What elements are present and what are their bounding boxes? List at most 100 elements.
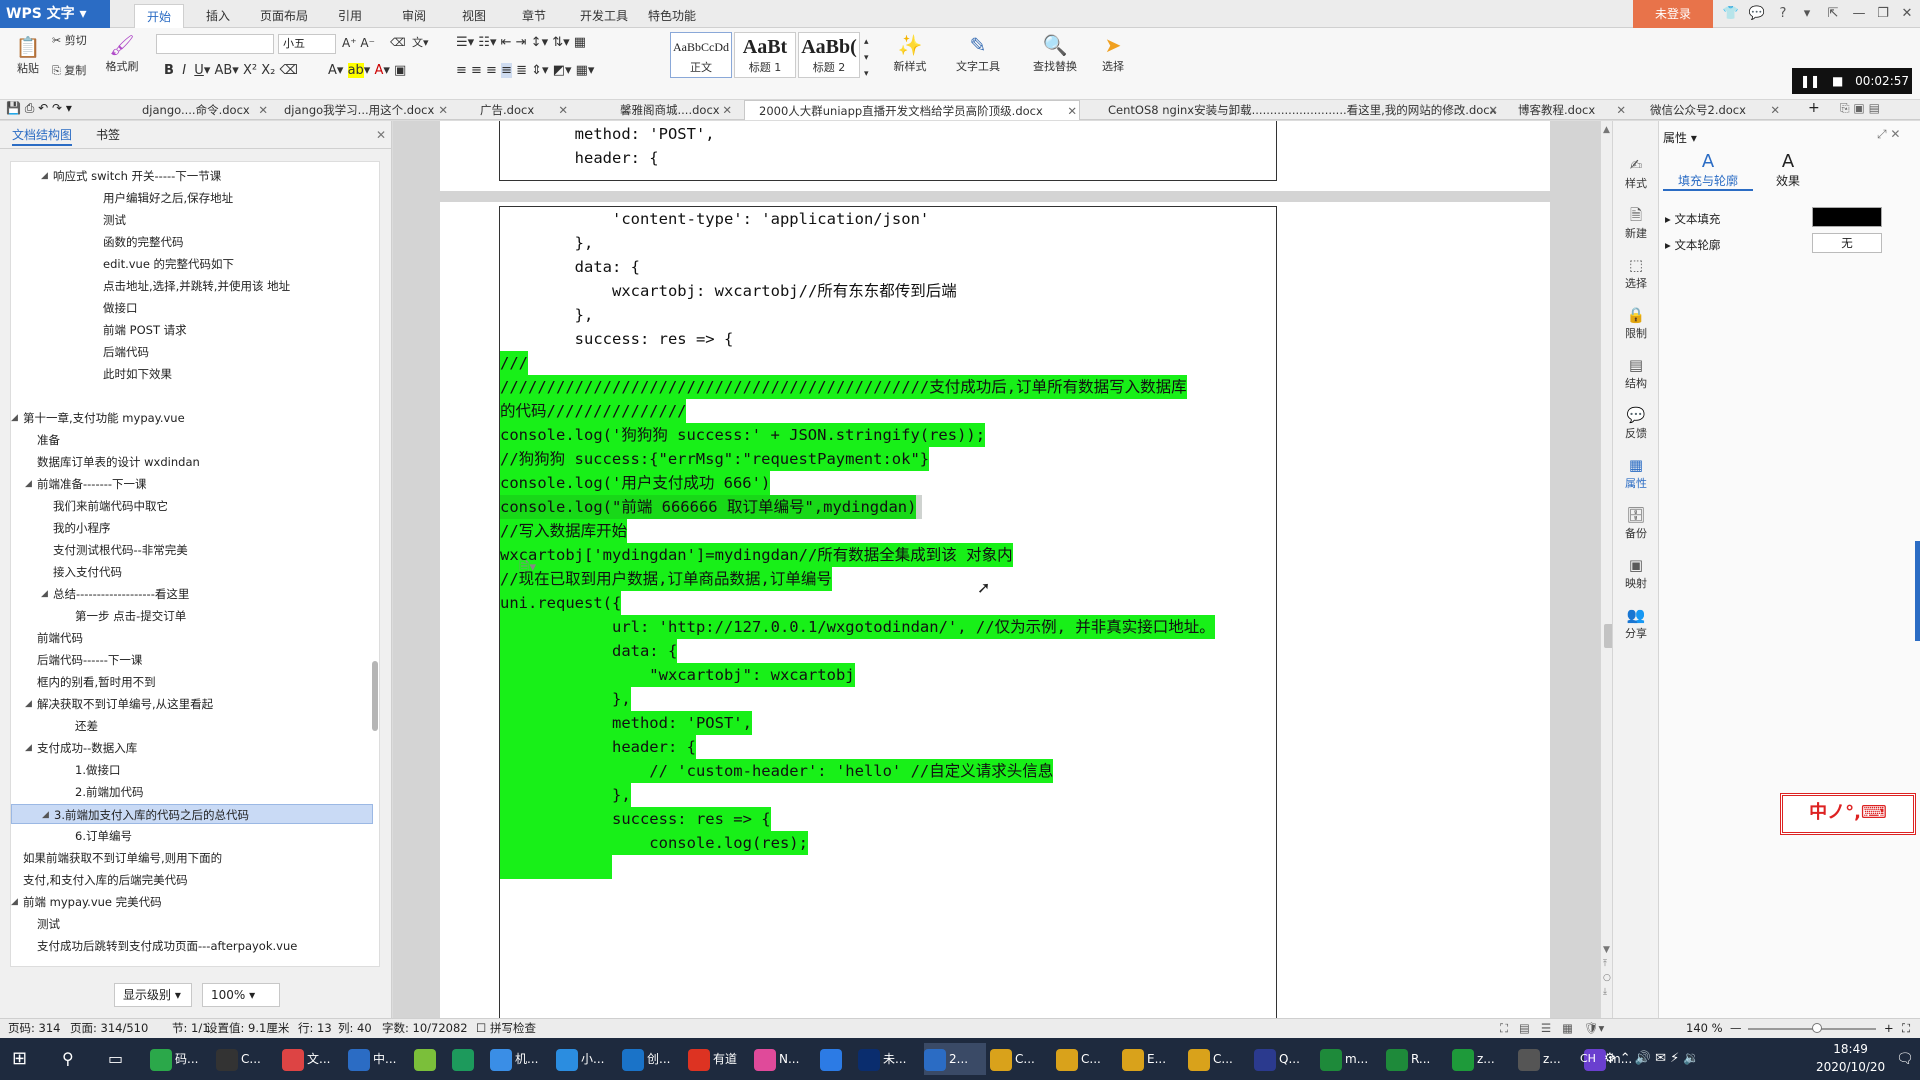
fit-page-icon[interactable]: ⛶	[1902, 1019, 1910, 1038]
menu-tab-6[interactable]: 章节	[510, 4, 558, 28]
outline-item[interactable]: 我的小程序	[11, 518, 373, 538]
style-preset-2[interactable]: AaBb(标题 2	[798, 32, 860, 78]
document-tab[interactable]: django....命令.docx ✕	[128, 100, 270, 120]
view-mode-icons[interactable]: ⛶ ▤ ☰ ▦ 🛡▾	[1500, 1019, 1604, 1038]
menu-tab-0[interactable]: 开始	[134, 4, 185, 28]
zoom-out-icon[interactable]: —	[1730, 1019, 1742, 1038]
outline-item[interactable]: 数据库订单表的设计 wxdindan	[11, 452, 373, 472]
document-tab[interactable]: 博客教程.docx ✕	[1504, 100, 1628, 120]
expand-toggle-icon[interactable]: ◢	[41, 166, 48, 186]
taskbar-app[interactable]: z...	[1518, 1043, 1580, 1075]
stop-icon[interactable]: ■	[1832, 74, 1843, 88]
taskbar-app[interactable]	[820, 1043, 854, 1075]
side-strip-item[interactable]: ⬚ 选择	[1613, 255, 1659, 291]
outline-item[interactable]: 前端 POST 请求	[11, 320, 373, 340]
grow-font-icon[interactable]: A⁺ A⁻	[342, 36, 375, 50]
copy-button[interactable]: ⎘ 复制	[52, 64, 86, 78]
taskbar-app[interactable]: m...	[1320, 1043, 1382, 1075]
document-tab[interactable]: 馨雅阁商城....docx ✕	[606, 100, 734, 120]
outline-item[interactable]: 接入支付代码	[11, 562, 373, 582]
outline-item[interactable]: 点击地址,选择,并跳转,并使用该 地址	[11, 276, 373, 296]
tray-clock[interactable]: 18:49 2020/10/20	[1816, 1040, 1885, 1074]
outline-item[interactable]: ◢ 前端准备-------下一课	[11, 474, 373, 494]
taskbar-app[interactable]: 码...	[150, 1043, 212, 1075]
close-tab-icon[interactable]: ✕	[1616, 100, 1626, 120]
taskbar-app[interactable]: 创...	[622, 1043, 684, 1075]
taskbar-app[interactable]: 未...	[858, 1043, 920, 1075]
panel-pin-icons[interactable]: ⤢ ✕	[1877, 127, 1900, 142]
paste-button[interactable]: 📋 粘贴	[8, 34, 48, 76]
close-tab-icon[interactable]: ✕	[722, 100, 732, 120]
style-scroll-icon[interactable]: ▴ ▾ ▾	[864, 34, 869, 82]
side-strip-item[interactable]: 🗄 备份	[1613, 505, 1659, 541]
panel-edge-handle[interactable]	[1915, 541, 1920, 641]
outline-item[interactable]: 支付成功后跳转到支付成功页面---afterpayok.vue	[11, 936, 373, 956]
taskbar-app[interactable]: z...	[1452, 1043, 1514, 1075]
document-tab[interactable]: CentOS8 nginx安装与卸载......................…	[1094, 100, 1500, 120]
outline-item[interactable]	[11, 386, 373, 406]
task-view-icon[interactable]: ▭	[108, 1043, 123, 1075]
side-strip-item[interactable]: ▤ 结构	[1613, 355, 1659, 391]
zoom-in-icon[interactable]: +	[1884, 1019, 1894, 1038]
format-painter-button[interactable]: 🖌 格式刷	[102, 32, 142, 74]
outline-item[interactable]: 如果前端获取不到订单编号,则用下面的	[11, 848, 373, 868]
pinyin-icon[interactable]: 文▾	[412, 36, 429, 50]
taskbar-app[interactable]: 2...	[924, 1043, 986, 1075]
list-icons[interactable]: ☰▾ ☷▾ ⇤ ⇥ ↕▾ ⇅▾ ▦	[456, 36, 586, 50]
close-tab-icon[interactable]: ✕	[1770, 100, 1780, 120]
tab-document-map[interactable]: 文档结构图	[12, 126, 73, 146]
taskbar-app[interactable]: 文...	[282, 1043, 344, 1075]
outline-item[interactable]: 支付,和支付入库的后端完美代码	[11, 870, 373, 890]
scroll-up-icon[interactable]: ▲	[1603, 125, 1610, 135]
close-tab-icon[interactable]: ✕	[1488, 100, 1498, 120]
outline-item[interactable]: edit.vue 的完整代码如下	[11, 254, 373, 274]
status-pages[interactable]: 页面: 314/510	[70, 1019, 148, 1038]
menu-tab-4[interactable]: 审阅	[390, 4, 438, 28]
align-icons[interactable]: ≡ ≡ ≡ ≡ ≣ ⇕▾ ◩▾ ▦▾	[456, 63, 594, 78]
outline-item[interactable]: 此时如下效果	[11, 364, 373, 384]
text-outline-row[interactable]: ▸ 文本轮廓	[1665, 237, 1720, 253]
side-strip-item[interactable]: 🗎 新建	[1613, 205, 1659, 241]
chat-icon[interactable]: 💬	[1744, 0, 1770, 28]
close-pane-icon[interactable]: ✕	[376, 126, 386, 144]
side-strip-item[interactable]: ▦ 属性	[1613, 455, 1659, 491]
show-level-select[interactable]: 显示级别 ▾	[114, 983, 192, 1007]
pause-icon[interactable]: ❚❚	[1800, 74, 1820, 88]
document-tab[interactable]: 广告.docx ✕	[466, 100, 570, 120]
expand-toggle-icon[interactable]: ◢	[11, 408, 18, 428]
close-tab-icon[interactable]: ✕	[558, 100, 568, 120]
tray-lang[interactable]: CH	[1580, 1043, 1596, 1075]
menu-tab-1[interactable]: 插入	[194, 4, 242, 28]
shirt-icon[interactable]: 👕	[1718, 0, 1744, 28]
font-color-icons[interactable]: A▾ ab▾ A▾ ▣	[328, 63, 406, 78]
font-name-select[interactable]	[156, 34, 274, 54]
status-spell-check[interactable]: ☐ 拼写检查	[476, 1019, 536, 1038]
outline-item[interactable]: 函数的完整代码	[11, 232, 373, 252]
text-fill-row[interactable]: ▸ 文本填充	[1665, 211, 1720, 227]
expand-toggle-icon[interactable]: ◢	[25, 474, 32, 494]
status-words[interactable]: 字数: 10/72082	[382, 1019, 468, 1038]
outline-item[interactable]: ◢ 支付成功--数据入库	[11, 738, 373, 758]
text-outline-select[interactable]: 无	[1812, 233, 1882, 253]
menu-tab-5[interactable]: 视图	[450, 4, 498, 28]
taskbar-app[interactable]: C...	[990, 1043, 1052, 1075]
menu-tab-8[interactable]: 特色功能	[636, 4, 708, 28]
login-button[interactable]: 未登录	[1633, 0, 1713, 28]
find-replace-button[interactable]: 🔍 查找替换	[1022, 32, 1088, 74]
outline-item[interactable]: 准备	[11, 430, 373, 450]
close-tab-icon[interactable]: ✕	[1067, 101, 1077, 120]
minimize-icon[interactable]: —	[1846, 0, 1872, 28]
taskbar-app[interactable]: 机...	[490, 1043, 552, 1075]
close-tab-icon[interactable]: ✕	[438, 100, 448, 120]
text-fill-swatch[interactable]	[1812, 207, 1882, 227]
help-icon[interactable]: ?	[1770, 0, 1796, 28]
menu-tab-3[interactable]: 引用	[326, 4, 374, 28]
outline-item[interactable]: 测试	[11, 914, 373, 934]
side-strip-item[interactable]: 👥 分享	[1613, 605, 1659, 641]
outline-item[interactable]: ◢ 第十一章,支付功能 mypay.vue	[11, 408, 373, 428]
outline-item[interactable]: ◢ 总结-------------------看这里	[11, 584, 373, 604]
document-tab[interactable]: django我学习...用这个.docx ✕	[270, 100, 450, 120]
taskbar-app[interactable]: E...	[1122, 1043, 1184, 1075]
scroll-nav-icons[interactable]: ▼ ⤒ ○ ⤓	[1603, 943, 1611, 999]
expand-toggle-icon[interactable]: ◢	[25, 694, 32, 714]
